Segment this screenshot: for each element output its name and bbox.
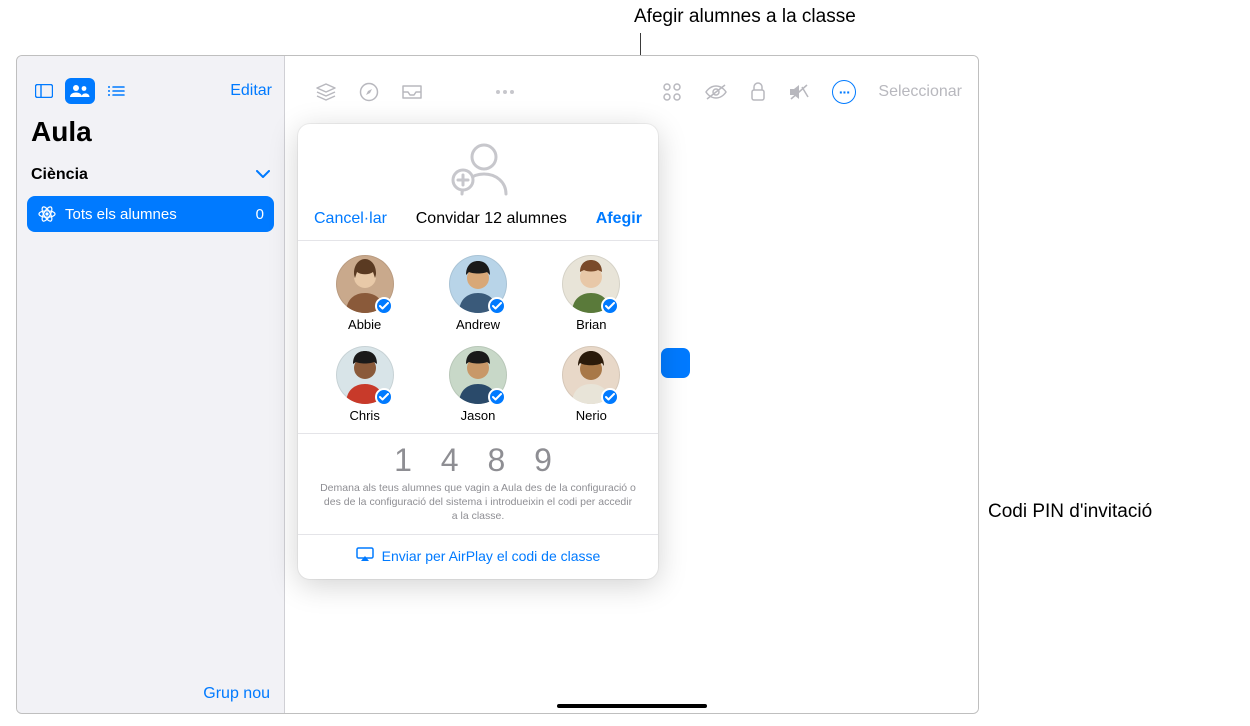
student-name: Chris <box>349 408 379 423</box>
add-person-icon <box>298 124 658 204</box>
callout-add-students: Afegir alumnes a la classe <box>634 6 856 28</box>
grid-apps-icon[interactable] <box>662 82 682 102</box>
list-icon[interactable] <box>101 78 131 104</box>
home-indicator <box>557 704 707 708</box>
check-icon <box>488 297 506 315</box>
sidebar-item-count: 0 <box>256 206 264 223</box>
student-name: Nerio <box>576 408 607 423</box>
modal-title: Convidar 12 alumnes <box>416 210 567 228</box>
check-icon <box>601 297 619 315</box>
edit-button[interactable]: Editar <box>230 82 272 100</box>
new-group-button[interactable]: Grup nou <box>203 685 270 703</box>
people-icon[interactable] <box>65 78 95 104</box>
invite-students-modal: Cancel·lar Convidar 12 alumnes Afegir Ab… <box>298 124 658 579</box>
chevron-down-icon <box>256 166 270 184</box>
stack-icon[interactable] <box>315 82 337 102</box>
student-name: Andrew <box>456 317 500 332</box>
compass-icon[interactable] <box>359 82 379 102</box>
student-item[interactable]: Andrew <box>421 255 534 332</box>
check-icon <box>601 388 619 406</box>
check-icon <box>488 388 506 406</box>
mute-icon[interactable] <box>788 83 810 101</box>
background-selection-chip <box>661 348 690 378</box>
student-item[interactable]: Abbie <box>308 255 421 332</box>
student-name: Abbie <box>348 317 381 332</box>
add-button[interactable]: Afegir <box>596 210 642 228</box>
student-grid: Abbie Andrew Brian C <box>298 241 658 433</box>
airplay-send-button[interactable]: Enviar per AirPlay el codi de classe <box>298 534 658 579</box>
airplay-label: Enviar per AirPlay el codi de classe <box>382 548 601 564</box>
class-name: Ciència <box>31 166 88 184</box>
check-icon <box>375 388 393 406</box>
airplay-icon <box>356 547 374 565</box>
student-name: Jason <box>461 408 496 423</box>
inbox-icon[interactable] <box>401 84 423 100</box>
check-icon <box>375 297 393 315</box>
sidebar-title: Aula <box>17 110 284 158</box>
class-selector[interactable]: Ciència <box>17 158 284 192</box>
eye-off-icon[interactable] <box>704 84 728 100</box>
select-button[interactable]: Seleccionar <box>878 83 962 101</box>
invitation-pin-description: Demana als teus alumnes que vagin a Aula… <box>316 479 640 524</box>
drag-handle-icon <box>445 89 565 95</box>
main-toolbar: ··· Seleccionar <box>285 56 978 108</box>
callout-pin: Codi PIN d'invitació <box>988 501 1152 523</box>
cancel-button[interactable]: Cancel·lar <box>314 210 387 228</box>
sidebar-item-label: Tots els alumnes <box>65 206 177 223</box>
student-item[interactable]: Chris <box>308 346 421 423</box>
student-name: Brian <box>576 317 606 332</box>
sidebar-item-all-students[interactable]: Tots els alumnes 0 <box>27 196 274 232</box>
invitation-pin: 1 4 8 9 <box>316 442 640 479</box>
lock-icon[interactable] <box>750 82 766 102</box>
sidebar: Editar Aula Ciència Tots els alumnes 0 G… <box>17 56 285 713</box>
student-item[interactable]: Nerio <box>535 346 648 423</box>
atom-icon <box>37 204 57 224</box>
ipad-frame: 9:41 100% Editar Aula <box>16 55 979 714</box>
sidebar-layout-icon[interactable] <box>29 78 59 104</box>
student-item[interactable]: Brian <box>535 255 648 332</box>
student-item[interactable]: Jason <box>421 346 534 423</box>
more-icon[interactable]: ··· <box>832 80 856 104</box>
